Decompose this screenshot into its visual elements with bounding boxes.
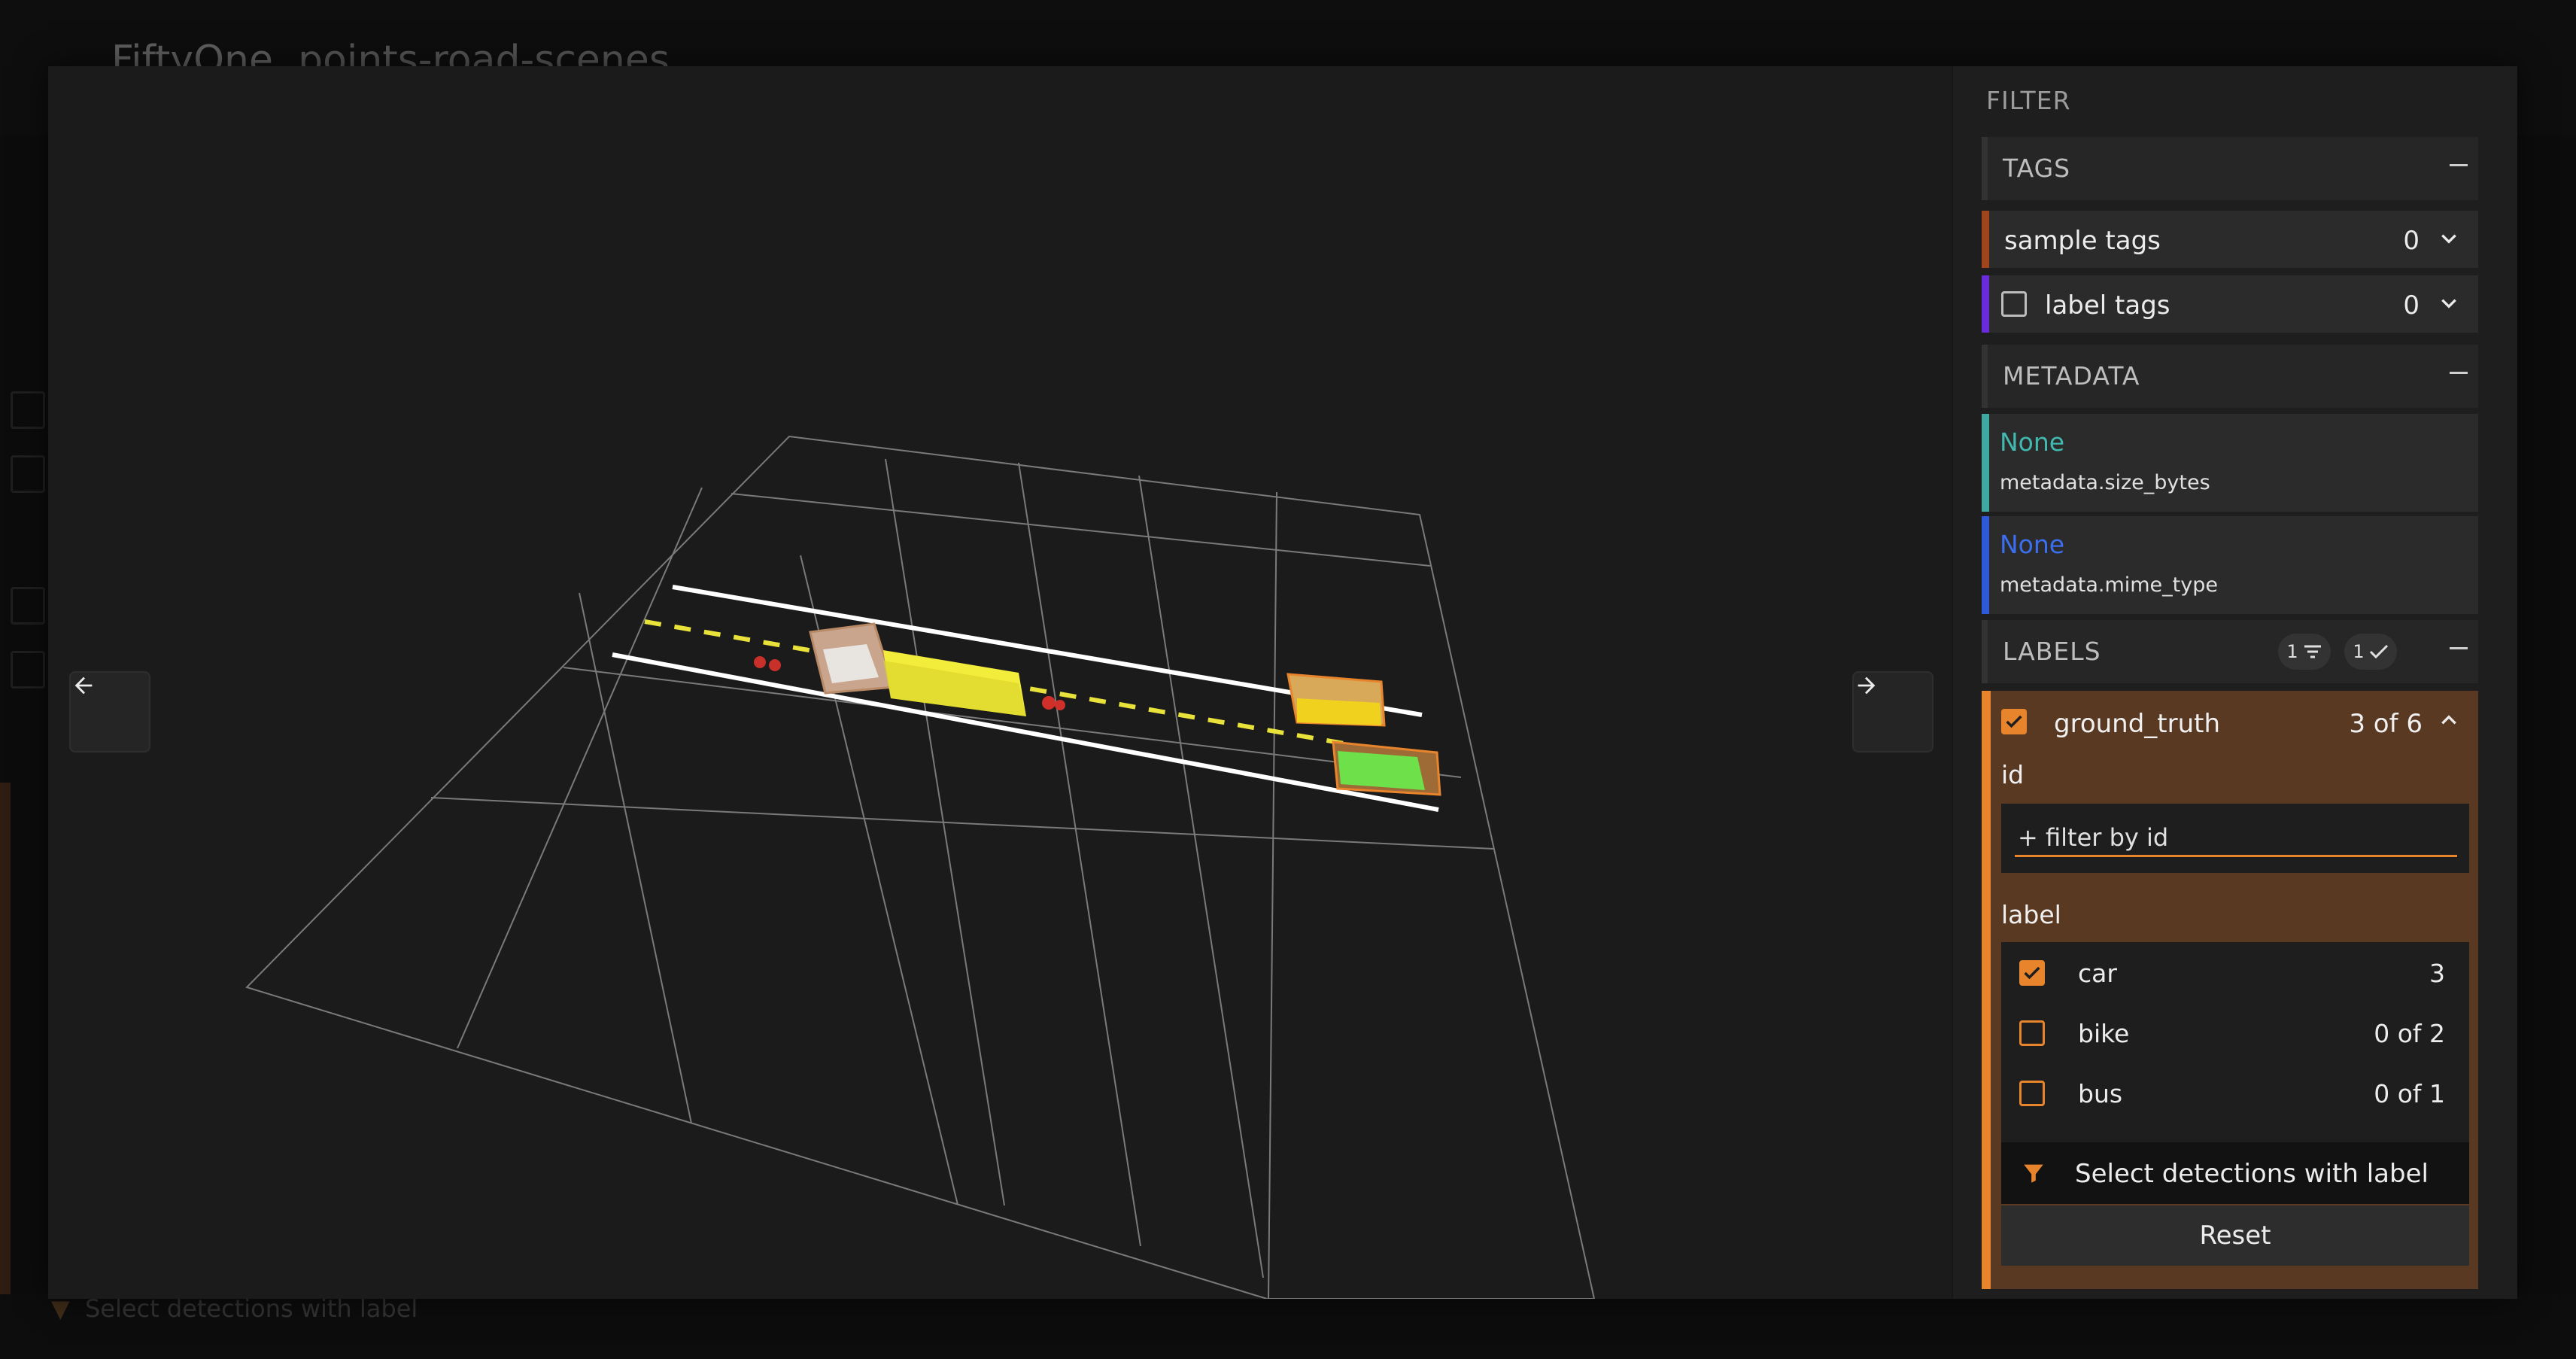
chevron-down-icon[interactable] — [2439, 229, 2459, 248]
size-bytes-value: None — [2000, 427, 2065, 457]
collapse-metadata-icon[interactable] — [2450, 372, 2468, 374]
select-detections-mode[interactable]: Select detections with label — [2001, 1142, 2469, 1204]
bike-checkbox[interactable] — [2019, 1020, 2045, 1046]
ground-truth-label: ground_truth — [2054, 709, 2221, 739]
previous-sample-button[interactable] — [69, 671, 150, 752]
tags-header-label: TAGS — [2003, 154, 2071, 183]
sample-modal: FILTER TAGS sample tags 0 label tags 0 M… — [48, 66, 2517, 1299]
bus-label: bus — [2078, 1079, 2123, 1108]
id-filter-input[interactable] — [2015, 820, 2457, 857]
id-heading: id — [2001, 760, 2025, 789]
label-tags-checkbox[interactable] — [2001, 291, 2027, 317]
car-white — [809, 622, 895, 695]
labels-section-header[interactable]: LABELS 1 1 — [1982, 620, 2478, 683]
label-options-list: car 3 bike 0 of 2 bus 0 of 1 — [2001, 942, 2469, 1142]
mime-type-path: metadata.mime_type — [2000, 573, 2218, 597]
ground-grid — [245, 435, 1596, 1299]
ground-truth-count: 3 of 6 — [2349, 709, 2423, 739]
collapse-labels-icon[interactable] — [2450, 647, 2468, 649]
label-option-car[interactable]: car 3 — [2001, 944, 2469, 1004]
size-bytes-path: metadata.size_bytes — [2000, 471, 2210, 494]
visibility-pill[interactable]: 1 — [2344, 634, 2397, 670]
point-cloud-viewer[interactable] — [48, 66, 1952, 1299]
metadata-size-bytes-row[interactable]: None metadata.size_bytes — [1982, 414, 2478, 512]
arrow-right-icon — [1858, 676, 1876, 695]
filter-funnel-icon — [2024, 1164, 2043, 1183]
sample-tags-row[interactable]: sample tags 0 — [1982, 211, 2478, 268]
chevron-up-icon[interactable] — [2439, 710, 2459, 730]
sidebar-title: FILTER — [1986, 86, 2071, 115]
bike-count: 0 of 2 — [2374, 1019, 2445, 1048]
ground-truth-checkbox[interactable] — [2001, 709, 2027, 734]
label-tags-count: 0 — [2403, 290, 2420, 321]
mime-type-value: None — [2000, 530, 2065, 559]
chevron-down-icon[interactable] — [2439, 293, 2459, 313]
bike-label: bike — [2078, 1019, 2130, 1048]
label-tags-row[interactable]: label tags 0 — [1982, 275, 2478, 333]
tags-section-header[interactable]: TAGS — [1982, 137, 2478, 200]
label-heading: label — [2001, 900, 2061, 929]
filter-sidebar: FILTER TAGS sample tags 0 label tags 0 M… — [1952, 66, 2517, 1299]
check-icon — [2006, 715, 2022, 728]
metadata-mime-type-row[interactable]: None metadata.mime_type — [1982, 516, 2478, 614]
check-icon — [2369, 644, 2388, 659]
sample-tags-label: sample tags — [2004, 226, 2161, 256]
arrow-left-icon — [74, 676, 93, 695]
sample-tags-count: 0 — [2403, 226, 2420, 256]
next-sample-button[interactable] — [1852, 671, 1934, 752]
collapse-tags-icon[interactable] — [2450, 164, 2468, 166]
bike-red-1 — [754, 656, 781, 671]
ground-truth-field: ground_truth 3 of 6 id label car 3 bike — [1982, 691, 2478, 1289]
label-option-bus[interactable]: bus 0 of 1 — [2001, 1064, 2469, 1124]
filter-lines-icon — [2304, 645, 2321, 658]
filter-mode-pill[interactable]: 1 — [2278, 634, 2331, 670]
car-count: 3 — [2429, 959, 2445, 988]
bus-yellow — [883, 650, 1026, 716]
metadata-section-header[interactable]: METADATA — [1982, 345, 2478, 408]
car-yellow — [1286, 673, 1386, 727]
car-label: car — [2078, 959, 2117, 988]
car-green — [1332, 740, 1441, 796]
bus-count: 0 of 1 — [2374, 1079, 2445, 1108]
bus-checkbox[interactable] — [2019, 1081, 2045, 1106]
label-option-bike[interactable]: bike 0 of 2 — [2001, 1004, 2469, 1064]
labels-header-label: LABELS — [2003, 637, 2101, 666]
check-icon — [2024, 966, 2040, 980]
3d-scene — [245, 435, 1596, 1299]
label-tags-label: label tags — [2045, 290, 2170, 321]
select-detections-label: Select detections with label — [2075, 1159, 2429, 1189]
reset-button[interactable]: Reset — [2001, 1205, 2469, 1266]
car-checkbox[interactable] — [2019, 960, 2045, 986]
id-filter-box — [2001, 804, 2469, 873]
metadata-header-label: METADATA — [2003, 361, 2140, 391]
bike-red-2 — [1042, 696, 1065, 710]
